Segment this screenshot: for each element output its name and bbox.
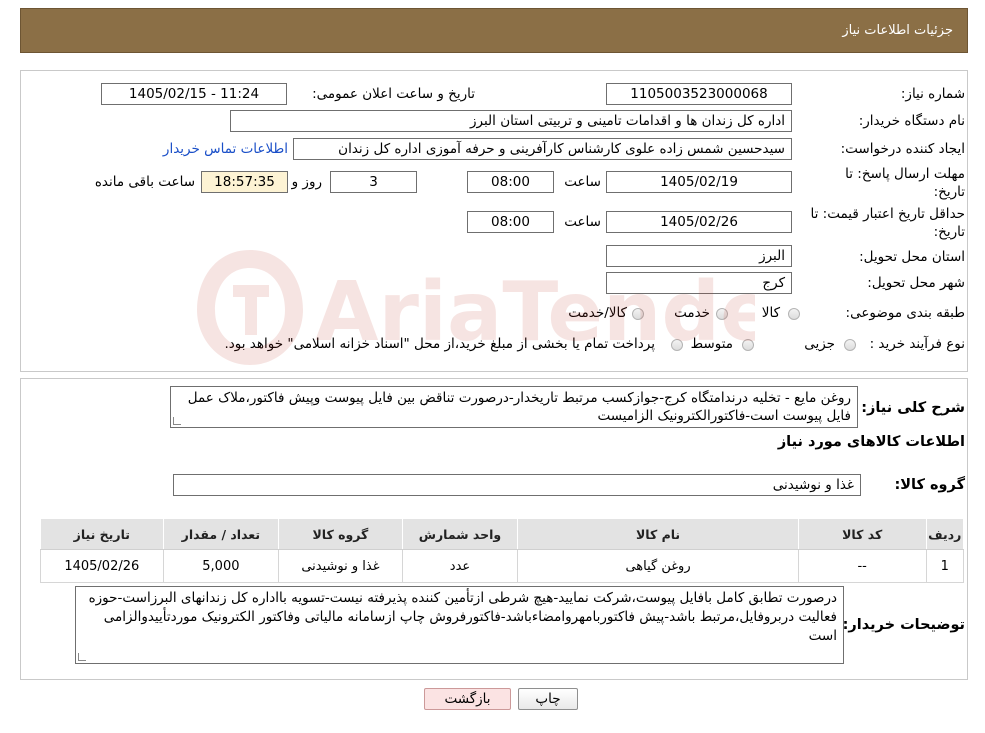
print-button[interactable]: چاپ	[518, 688, 578, 710]
items-section-title: اطلاعات کالاهای مورد نیاز	[777, 434, 965, 450]
deadline-date-field: 1405/02/19	[606, 171, 792, 193]
resize-grip-icon[interactable]	[78, 653, 86, 661]
cell-code: --	[797, 549, 927, 583]
city-field: کرج	[606, 272, 792, 294]
resize-grip-icon[interactable]	[173, 417, 181, 425]
summary-textarea[interactable]: روغن مایع - تخلیه درندامتگاه کرج-جوازکسب…	[170, 386, 858, 428]
group-label: گروه کالا:	[894, 477, 965, 493]
validity-label: حداقل تاریخ اعتبار قیمت: تا	[810, 206, 965, 222]
validity-date-field: 1405/02/26	[606, 211, 792, 233]
page-header: جزئیات اطلاعات نیاز	[20, 8, 968, 53]
back-button[interactable]: بازگشت	[424, 688, 511, 710]
process-option-medium: متوسط	[690, 336, 733, 352]
summary-label: شرح کلی نیاز:	[861, 400, 965, 416]
page-title: جزئیات اطلاعات نیاز	[842, 23, 953, 38]
col-quantity: تعداد / مقدار	[162, 518, 280, 550]
category-option-goods: کالا	[761, 305, 780, 321]
table-row: 1 -- روغن گیاهی عدد غذا و نوشیدنی 5,000 …	[40, 549, 965, 583]
category-option-goods-service: کالا/خدمت	[568, 305, 627, 321]
items-table: ردیف کد کالا نام کالا واحد شمارش گروه کا…	[40, 518, 965, 583]
buyer-contact-link[interactable]: اطلاعات تماس خریدار	[163, 141, 288, 157]
category-radio-goods[interactable]	[788, 308, 800, 320]
validity-time-label: ساعت	[564, 214, 601, 230]
col-code: کد کالا	[797, 518, 927, 550]
deadline-label-2: تاریخ:	[933, 184, 965, 200]
days-field: 3	[330, 171, 417, 193]
validity-label-2: تاریخ:	[933, 224, 965, 240]
category-radio-service[interactable]	[716, 308, 728, 320]
col-name: نام کالا	[517, 518, 799, 550]
province-field: البرز	[606, 245, 792, 267]
days-label: روز و	[291, 174, 322, 190]
cell-unit: عدد	[401, 549, 519, 583]
remaining-time-field: 18:57:35	[201, 171, 288, 193]
deadline-time-field: 08:00	[467, 171, 554, 193]
summary-text: روغن مایع - تخلیه درندامتگاه کرج-جوازکسب…	[187, 390, 851, 424]
col-unit: واحد شمارش	[401, 518, 519, 550]
buyer-notes-label: توضیحات خریدار:	[842, 617, 965, 633]
cell-date: 1405/02/26	[40, 549, 164, 583]
process-option-minor: جزیی	[804, 336, 835, 352]
need-number-label: شماره نیاز:	[900, 86, 965, 102]
process-radio-treasury[interactable]	[671, 339, 683, 351]
category-option-service: خدمت	[674, 305, 710, 321]
deadline-time-label: ساعت	[564, 174, 601, 190]
buyer-notes-textarea[interactable]: درصورت تطابق کامل بافایل پیوست،شرکت نمای…	[75, 586, 844, 664]
category-label: طبقه بندی موضوعی:	[845, 305, 965, 321]
col-date: تاریخ نیاز	[40, 518, 164, 550]
province-label: استان محل تحویل:	[859, 249, 965, 265]
city-label: شهر محل تحویل:	[867, 275, 965, 291]
process-radio-minor[interactable]	[844, 339, 856, 351]
process-label: نوع فرآیند خرید :	[869, 336, 965, 352]
announce-field: 1405/02/15 - 11:24	[101, 83, 287, 105]
cell-name: روغن گیاهی	[517, 549, 799, 583]
remaining-label: ساعت باقی مانده	[94, 174, 195, 190]
items-table-header: ردیف کد کالا نام کالا واحد شمارش گروه کا…	[40, 518, 965, 550]
process-note: پرداخت تمام یا بخشی از مبلغ خرید،از محل …	[224, 336, 655, 352]
buyer-label: نام دستگاه خریدار:	[858, 113, 965, 129]
buyer-field: اداره کل زندان ها و اقدامات تامینی و ترب…	[230, 110, 792, 132]
validity-time-field: 08:00	[467, 211, 554, 233]
need-number-field: 1105003523000068	[606, 83, 792, 105]
process-radio-medium[interactable]	[742, 339, 754, 351]
col-row: ردیف	[925, 518, 965, 550]
col-group: گروه کالا	[278, 518, 403, 550]
deadline-label: مهلت ارسال پاسخ: تا	[845, 166, 965, 182]
cell-row: 1	[925, 549, 965, 583]
cell-quantity: 5,000	[162, 549, 280, 583]
creator-label: ایجاد کننده درخواست:	[840, 141, 965, 157]
cell-group: غذا و نوشیدنی	[278, 549, 403, 583]
category-radio-goods-service[interactable]	[632, 308, 644, 320]
announce-label: تاریخ و ساعت اعلان عمومی:	[312, 86, 475, 102]
creator-field: سیدحسین شمس زاده علوی کارشناس کارآفرینی …	[293, 138, 792, 160]
group-field: غذا و نوشیدنی	[173, 474, 861, 496]
buyer-notes-text: درصورت تطابق کامل بافایل پیوست،شرکت نمای…	[88, 590, 837, 644]
